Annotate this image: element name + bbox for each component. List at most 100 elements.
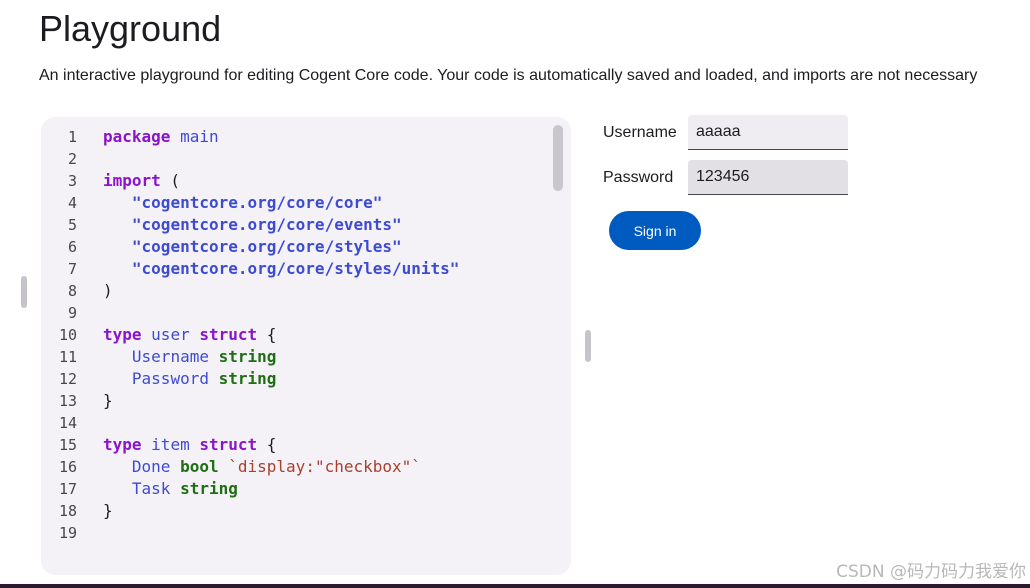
line-number: 1	[67, 128, 77, 146]
line-number: 2	[67, 150, 77, 168]
code-line: 14	[41, 412, 541, 434]
code-line: 3 import (	[41, 170, 541, 192]
code-token: string	[180, 479, 238, 498]
line-number: 13	[58, 392, 77, 410]
line-number: 18	[58, 502, 77, 520]
code-token: {	[257, 325, 277, 344]
code-token: "cogentcore.org/core/core"	[131, 193, 383, 212]
line-number: 5	[67, 216, 77, 234]
code-text: Username string	[103, 346, 277, 368]
code-token: main	[180, 127, 219, 146]
code-token: "cogentcore.org/core/styles"	[131, 237, 402, 256]
code-token: )	[103, 281, 113, 300]
code-line: 17 Task string	[41, 478, 541, 500]
code-text: import (	[103, 170, 180, 192]
code-token: type	[103, 435, 142, 454]
line-number: 16	[58, 458, 77, 476]
code-text: type user struct {	[103, 324, 276, 346]
code-token: string	[218, 369, 277, 388]
code-token: }	[103, 501, 113, 520]
line-number: 8	[67, 282, 77, 300]
code-text: "cogentcore.org/core/styles/units"	[103, 258, 460, 280]
code-line: 9	[41, 302, 541, 324]
code-text: Task string	[103, 478, 238, 500]
line-number: 9	[67, 304, 77, 322]
line-number: 19	[58, 524, 77, 542]
code-editor[interactable]: 1 package main 2 3 import (4 "cogentcore.org…	[41, 117, 571, 575]
line-number: 6	[67, 238, 77, 256]
code-token: }	[103, 391, 113, 410]
panel-splitter[interactable]	[585, 330, 591, 362]
code-token: Username	[131, 347, 209, 366]
line-number: 10	[58, 326, 77, 344]
line-number: 12	[58, 370, 77, 388]
code-token: import	[103, 171, 161, 190]
code-token: Done	[131, 457, 171, 476]
bottom-bar	[0, 584, 1030, 588]
code-text: "cogentcore.org/core/core"	[103, 192, 382, 214]
code-text: Password string	[103, 368, 277, 390]
editor-scrollbar[interactable]	[553, 125, 563, 191]
username-label: Username	[603, 124, 677, 141]
code-line: 16 Done bool `display:"checkbox"`	[41, 456, 541, 478]
code-token: package	[103, 127, 171, 146]
line-number: 7	[67, 260, 77, 278]
code-token: struct	[199, 325, 258, 344]
code-line: 8)	[41, 280, 541, 302]
code-token: {	[257, 435, 277, 454]
left-resize-handle[interactable]	[21, 276, 27, 308]
sign-in-button[interactable]: Sign in	[609, 211, 701, 250]
code-token: Task	[131, 479, 171, 498]
code-text: type item struct {	[103, 434, 276, 456]
code-text: }	[103, 500, 113, 522]
line-number: 3	[67, 172, 77, 190]
code-line: 2	[41, 148, 541, 170]
code-token: (	[160, 171, 181, 190]
code-line: 12 Password string	[41, 368, 541, 390]
code-line: 6 "cogentcore.org/core/styles"	[41, 236, 541, 258]
code-token: `display:"checkbox"`	[228, 457, 421, 476]
code-text: )	[103, 280, 113, 302]
password-field[interactable]	[688, 160, 848, 195]
page-subtitle: An interactive playground for editing Co…	[39, 67, 978, 84]
password-label: Password	[603, 169, 674, 186]
code-line: 1 package main	[41, 126, 541, 148]
line-number: 14	[58, 414, 77, 432]
username-field[interactable]	[688, 115, 848, 150]
code-token: "cogentcore.org/core/styles/units"	[131, 259, 460, 278]
code-token: "cogentcore.org/core/events"	[131, 215, 402, 234]
code-text: }	[103, 390, 113, 412]
code-line: 7 "cogentcore.org/core/styles/units"	[41, 258, 541, 280]
code-line: 4 "cogentcore.org/core/core"	[41, 192, 541, 214]
page-title: Playground	[39, 8, 222, 49]
code-line: 19	[41, 522, 541, 544]
code-token: type	[103, 325, 142, 344]
code-token: struct	[199, 435, 258, 454]
line-number: 15	[58, 436, 77, 454]
code-line: 13}	[41, 390, 541, 412]
watermark: CSDN @码力码力我爱你	[836, 562, 1026, 582]
code-text: package main	[103, 126, 219, 148]
line-number: 17	[58, 480, 77, 498]
line-number: 11	[58, 348, 77, 366]
code-line: 18}	[41, 500, 541, 522]
code-line: 15 type item struct {	[41, 434, 541, 456]
